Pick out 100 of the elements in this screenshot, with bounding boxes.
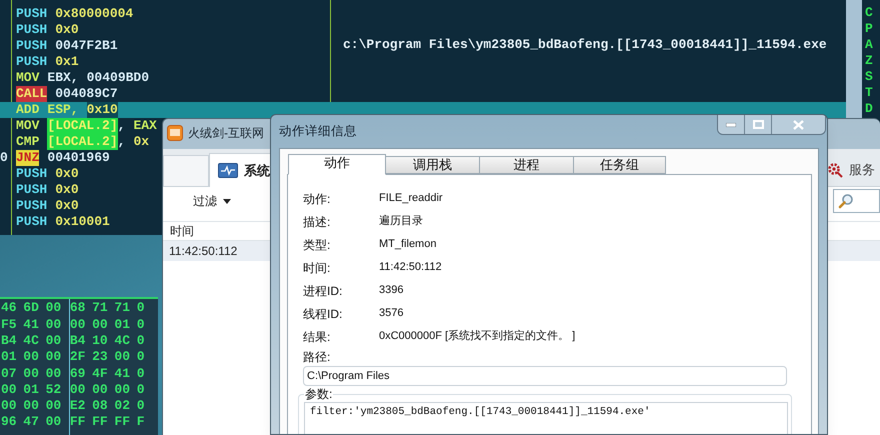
minimize-icon xyxy=(726,122,736,126)
dialog-tab[interactable]: 调用栈 xyxy=(385,156,480,174)
hex-byte: B4 xyxy=(68,332,86,350)
hex-byte: 0 xyxy=(136,364,146,383)
field-label: 动作: xyxy=(303,190,332,208)
hex-byte: 00 xyxy=(68,316,86,334)
disassembly-row[interactable]: PUSH 0047F2B1 xyxy=(0,38,118,54)
disassembly-row[interactable]: MOV [LOCAL.2], EAX xyxy=(0,118,157,134)
path-field[interactable]: C:\Program Files xyxy=(303,366,787,386)
instruction-operand: EAX xyxy=(133,118,157,134)
instruction-mnemonic: MOV xyxy=(16,118,40,134)
hex-byte: 0 xyxy=(136,299,146,318)
disassembly-row[interactable]: PUSH 0x0 xyxy=(0,198,79,214)
hex-byte: 00 xyxy=(44,364,62,383)
hex-byte: 52 xyxy=(44,380,62,399)
flag-label: Z xyxy=(865,53,874,69)
app-tab[interactable]: 服务 xyxy=(825,159,877,181)
instruction-operand: 0x0 xyxy=(55,198,79,214)
disassembly-row[interactable]: PUSH 0x1 xyxy=(0,54,79,70)
hex-byte: 10 xyxy=(91,332,109,350)
hex-byte: 96 xyxy=(0,413,18,432)
disassembly-row[interactable]: PUSH 0x0 xyxy=(0,182,79,198)
instruction-mnemonic: PUSH xyxy=(16,166,48,182)
instruction-operand: , xyxy=(118,134,126,150)
hex-byte: 00 xyxy=(44,316,62,334)
instruction-mnemonic: PUSH xyxy=(16,22,48,38)
dialog-tab[interactable]: 任务组 xyxy=(573,156,666,174)
hex-byte: 00 xyxy=(0,397,18,416)
disassembly-row[interactable]: PUSH 0x0 xyxy=(0,22,79,38)
instruction-mnemonic: PUSH xyxy=(16,6,48,22)
hex-byte: FF xyxy=(113,413,132,432)
disassembly-row[interactable]: CMP [LOCAL.2], 0x xyxy=(0,134,150,150)
field-label: 时间: xyxy=(303,260,332,276)
instruction-mnemonic: MOV xyxy=(16,70,40,86)
instruction-mnemonic: ADD xyxy=(16,102,40,118)
hex-byte: 00 xyxy=(113,380,132,399)
instruction-mnemonic: PUSH xyxy=(16,54,48,70)
instruction-mnemonic: PUSH xyxy=(16,214,48,230)
hex-byte: 71 xyxy=(113,299,132,318)
search-icon xyxy=(838,193,854,209)
minimize-button[interactable] xyxy=(718,115,745,134)
disassembly-row[interactable]: 0 JNZ 00401969 xyxy=(0,150,110,166)
field-label: 路径: xyxy=(303,349,330,366)
hex-byte: 00 xyxy=(22,397,40,416)
field-value: 0xC000000F [系统找不到指定的文件。 ] xyxy=(379,328,576,344)
hex-byte: FF xyxy=(91,413,109,432)
instruction-operand: 0x80000004 xyxy=(55,6,134,22)
hex-byte: F xyxy=(136,413,146,432)
dialog-tab[interactable]: 动作 xyxy=(288,154,386,175)
hex-byte: 00 xyxy=(44,299,62,318)
instruction-mnemonic: PUSH xyxy=(16,182,48,198)
hex-byte: 41 xyxy=(113,364,132,383)
hex-byte: 2F xyxy=(68,348,86,366)
field-label: 描述: xyxy=(303,214,332,230)
disassembly-row[interactable]: PUSH 0x0 xyxy=(0,166,79,182)
disassembly-row[interactable]: CALL 004089C7 xyxy=(0,86,118,102)
field-label: 类型: xyxy=(303,236,332,254)
instruction-mnemonic: PUSH xyxy=(16,38,48,54)
instruction-operand: 0x xyxy=(133,134,150,150)
params-field[interactable]: filter:'ym23805_bdBaofeng.[[1743_00018441]]_11594.exe' xyxy=(304,402,788,434)
hex-byte: F5 xyxy=(0,316,18,334)
column-header[interactable]: 时间 xyxy=(163,222,263,240)
flag-label: P xyxy=(865,21,874,37)
close-button[interactable] xyxy=(772,115,825,134)
disassembly-row[interactable]: PUSH 0x10001 xyxy=(0,214,110,230)
maximize-button[interactable] xyxy=(745,115,772,134)
hex-byte: 00 xyxy=(113,348,132,366)
window-title: 火绒剑-互联网 xyxy=(188,125,264,142)
monitor-icon xyxy=(218,163,238,178)
instruction-operand: [LOCAL.2] xyxy=(47,118,118,134)
instruction-operand: 0x10 xyxy=(86,102,118,118)
hex-byte: 4C xyxy=(113,332,132,350)
hex-byte: 00 xyxy=(68,380,86,399)
hex-byte: 02 xyxy=(113,397,132,416)
app-icon xyxy=(167,125,183,141)
hex-byte: 4F xyxy=(91,364,109,383)
filter-dropdown[interactable]: 过滤 xyxy=(193,192,231,210)
hex-byte: 0 xyxy=(136,348,146,366)
instruction-operand: 0x0 xyxy=(55,182,79,198)
instruction-mnemonic: JNZ xyxy=(16,150,40,166)
instruction-operand: 00409BD0 xyxy=(86,70,150,86)
disassembly-row[interactable]: PUSH 0x80000004 xyxy=(0,6,134,22)
instruction-operand: , xyxy=(118,118,126,134)
field-value: 遍历目录 xyxy=(379,214,423,230)
hex-byte: 00 xyxy=(91,316,109,334)
hex-byte: 47 xyxy=(22,413,40,432)
hex-byte: 69 xyxy=(68,364,86,383)
dialog-tab[interactable]: 进程 xyxy=(479,156,574,174)
address-fragment: 0 xyxy=(0,149,9,168)
flag-label: A xyxy=(865,37,874,53)
caret-icon xyxy=(223,198,231,204)
flag-label: S xyxy=(865,69,874,85)
hex-byte: 00 xyxy=(44,332,62,350)
close-icon xyxy=(793,120,804,130)
disassembly-row[interactable]: MOV EBX, 00409BD0 xyxy=(0,70,150,86)
hex-byte: 00 xyxy=(91,380,109,399)
search-field[interactable] xyxy=(833,189,880,213)
group-label: 参数: xyxy=(304,386,334,402)
hex-byte: 71 xyxy=(91,299,109,318)
hex-byte: 00 xyxy=(44,348,62,366)
